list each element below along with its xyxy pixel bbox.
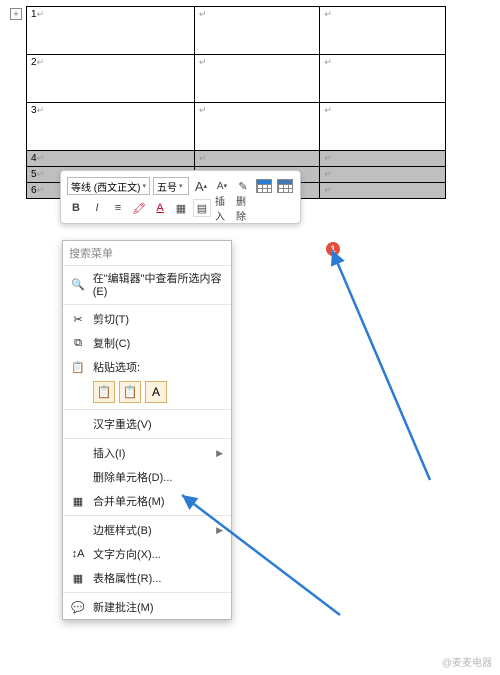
- borders-button[interactable]: ▦: [172, 199, 190, 217]
- insert-table-button[interactable]: [255, 177, 273, 195]
- table-properties-icon: ▦: [71, 571, 85, 585]
- menu-delete-cells[interactable]: 删除单元格(D)...: [63, 465, 231, 489]
- lookup-icon: 🔍: [71, 277, 85, 291]
- menu-insert[interactable]: 插入(I)▶: [63, 441, 231, 465]
- clipboard-icon: 📋: [71, 360, 85, 374]
- paste-option-keep[interactable]: 📋: [93, 381, 115, 403]
- scissors-icon: ✂: [71, 312, 85, 326]
- bold-button[interactable]: B: [67, 199, 85, 217]
- table-row: 2↵↵↵: [27, 55, 446, 103]
- table-row: 3↵↵↵: [27, 103, 446, 151]
- font-name-select[interactable]: 等线 (西文正文)▾: [67, 177, 150, 195]
- text-direction-icon: ↕A: [71, 547, 85, 561]
- menu-search-input[interactable]: 搜索菜单: [63, 241, 231, 266]
- menu-merge-cells[interactable]: ▦合并单元格(M): [63, 489, 231, 513]
- paste-option-text[interactable]: A: [145, 381, 167, 403]
- watermark: @麦麦电器: [442, 654, 492, 669]
- menu-paste-label: 📋粘贴选项:: [63, 355, 231, 379]
- menu-han-reselect[interactable]: 汉字重选(V): [63, 412, 231, 436]
- menu-table-properties[interactable]: ▦表格属性(R)...: [63, 566, 231, 590]
- context-menu: 搜索菜单 🔍在"编辑器"中查看所选内容(E) ✂剪切(T) ⧉复制(C) 📋粘贴…: [62, 240, 232, 620]
- merge-icon: ▦: [71, 494, 85, 508]
- table-row-selected: 4↵↵↵: [27, 151, 446, 167]
- menu-new-comment[interactable]: 💬新建批注(M): [63, 595, 231, 619]
- paste-option-merge[interactable]: 📋: [119, 381, 141, 403]
- menu-lookup[interactable]: 🔍在"编辑器"中查看所选内容(E): [63, 266, 231, 302]
- chevron-right-icon: ▶: [216, 448, 223, 459]
- cell-align-button[interactable]: ▤: [193, 199, 211, 217]
- table-move-handle[interactable]: [10, 8, 22, 20]
- highlight-button[interactable]: 🖍: [130, 199, 148, 217]
- font-size-select[interactable]: 五号▾: [153, 177, 189, 195]
- grow-font-button[interactable]: A▴: [192, 177, 210, 195]
- delete-label: 删除: [235, 199, 253, 217]
- italic-button[interactable]: I: [88, 199, 106, 217]
- annotation-arrow-1: [320, 240, 470, 500]
- insert-label: 插入: [214, 199, 232, 217]
- font-color-button[interactable]: A: [151, 199, 169, 217]
- menu-copy[interactable]: ⧉复制(C): [63, 331, 231, 355]
- chevron-right-icon: ▶: [216, 525, 223, 536]
- menu-cut[interactable]: ✂剪切(T): [63, 307, 231, 331]
- annotation-marker-1: 1: [326, 242, 340, 256]
- menu-border-style[interactable]: 边框样式(B)▶: [63, 518, 231, 542]
- table-row: 1↵↵↵: [27, 7, 446, 55]
- menu-text-direction[interactable]: ↕A文字方向(X)...: [63, 542, 231, 566]
- comment-icon: 💬: [71, 600, 85, 614]
- delete-table-button[interactable]: [276, 177, 294, 195]
- mini-toolbar: 等线 (西文正文)▾ 五号▾ A▴ A▾ ✎ B I ≡ 🖍 A ▦ ▤ 插入 …: [60, 170, 301, 224]
- align-button[interactable]: ≡: [109, 199, 127, 217]
- copy-icon: ⧉: [71, 336, 85, 350]
